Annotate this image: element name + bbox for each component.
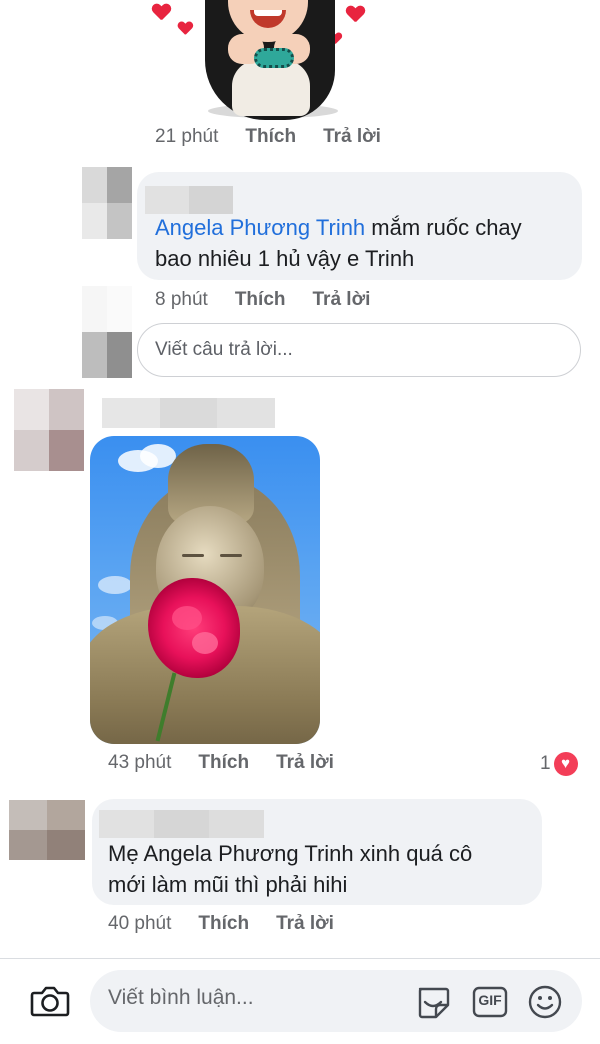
comment-meta: 8 phút Thích Trả lời [155,289,370,311]
camera-icon[interactable] [30,983,70,1019]
commenter-name-redacted[interactable] [145,186,233,214]
comment-text-line2: bao nhiêu 1 hủ vậy e Trinh [155,246,415,271]
reply-button[interactable]: Trả lời [276,752,334,774]
reaction-count[interactable]: 1 [540,752,578,776]
divider [0,958,600,959]
reply-button[interactable]: Trả lời [323,126,381,148]
gif-label: GIF [478,992,502,1008]
reply-button[interactable]: Trả lời [276,913,334,935]
mention-link[interactable]: Angela Phương Trinh [155,215,365,240]
comment-text: Mẹ Angela Phương Trinh xinh quá cô [108,841,473,866]
comment-meta: 43 phút Thích Trả lời [108,752,334,774]
heart-icon [553,752,578,776]
reply-input-placeholder: Viết câu trả lời... [155,339,293,360]
comment-meta: 21 phút Thích Trả lời [155,126,381,148]
commenter-name-redacted[interactable] [102,398,275,428]
reaction-count-number: 1 [540,753,551,774]
gif-button[interactable]: GIF [471,983,509,1021]
like-button[interactable]: Thích [245,126,296,148]
commenter-name-redacted[interactable] [99,810,264,838]
like-button[interactable]: Thích [235,289,286,311]
reply-button[interactable]: Trả lời [313,289,371,311]
comment-time: 43 phút [108,752,172,773]
comment-text-rest: mắm ruốc chay [365,215,522,240]
photo-attachment[interactable] [90,436,320,744]
reply-input[interactable]: Viết câu trả lời... [137,323,581,377]
like-button[interactable]: Thích [198,913,249,935]
reply-avatar [82,286,132,378]
comments-page: 21 phút Thích Trả lời Angela Phương Trin… [0,0,600,1044]
emoji-icon[interactable] [526,983,564,1021]
sticker-attachment[interactable] [150,0,370,120]
comment-text-line2: mới làm mũi thì phải hihi [108,872,348,897]
avatar[interactable] [9,800,85,860]
comment-time: 21 phút [155,126,219,147]
comment-time: 40 phút [108,913,172,934]
comment-input-placeholder: Viết bình luận... [108,986,254,1009]
like-button[interactable]: Thích [198,752,249,774]
comment-time: 8 phút [155,289,208,310]
sticker-icon[interactable] [414,983,452,1021]
comment-meta: 40 phút Thích Trả lời [108,913,334,935]
avatar[interactable] [82,167,132,239]
avatar[interactable] [14,389,84,471]
comment-text: Angela Phương Trinh mắm ruốc chay [155,212,522,243]
